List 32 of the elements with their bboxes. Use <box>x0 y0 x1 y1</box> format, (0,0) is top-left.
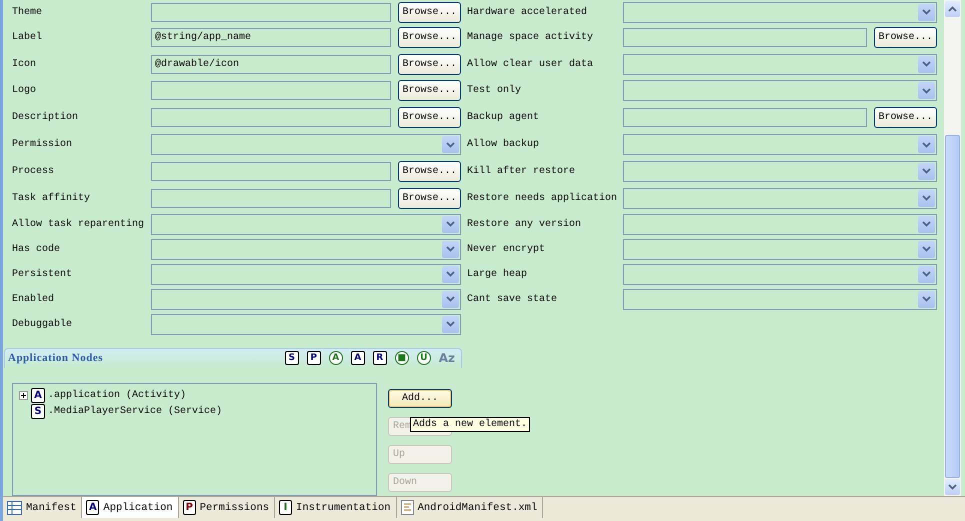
field-label: Label <box>12 32 44 43</box>
tab-icon: P <box>182 500 196 515</box>
field-label: Large heap <box>467 268 528 280</box>
field-label: Restore any version <box>467 218 582 230</box>
tab-icon: A <box>86 500 100 515</box>
tab-icon: I <box>279 500 292 515</box>
field-label: Cant save state <box>467 294 558 305</box>
field-label: Theme <box>12 6 44 18</box>
field-label: Logo <box>12 85 38 96</box>
field-label: Hardware accelerated <box>467 6 588 18</box>
field-label: Allow clear user data <box>467 58 594 70</box>
node-icon: S <box>31 404 45 419</box>
field-label: Test only <box>467 85 522 96</box>
field-label: Icon <box>12 58 38 70</box>
field-label: Enabled <box>12 294 56 305</box>
field-label: Never encrypt <box>467 244 546 255</box>
field-label: Kill after restore <box>467 166 576 177</box>
section-title: Application Nodes <box>8 352 103 364</box>
field-label: Manage space activity <box>467 32 594 43</box>
node-icon: A <box>31 388 45 403</box>
field-label: Allow backup <box>467 139 540 150</box>
field-label: Task affinity <box>12 192 92 204</box>
field-label: Restore needs application <box>467 192 618 204</box>
field-label: Backup agent <box>467 112 540 124</box>
field-label: Allow task reparenting <box>12 218 146 230</box>
tooltip: Adds a new element. <box>410 416 530 432</box>
field-label: Debuggable <box>12 318 74 330</box>
field-label: Description <box>12 112 80 124</box>
field-label: Persistent <box>12 268 74 280</box>
field-label: Has code <box>12 244 62 255</box>
field-label: Permission <box>12 139 74 150</box>
field-label: Process <box>12 166 56 177</box>
